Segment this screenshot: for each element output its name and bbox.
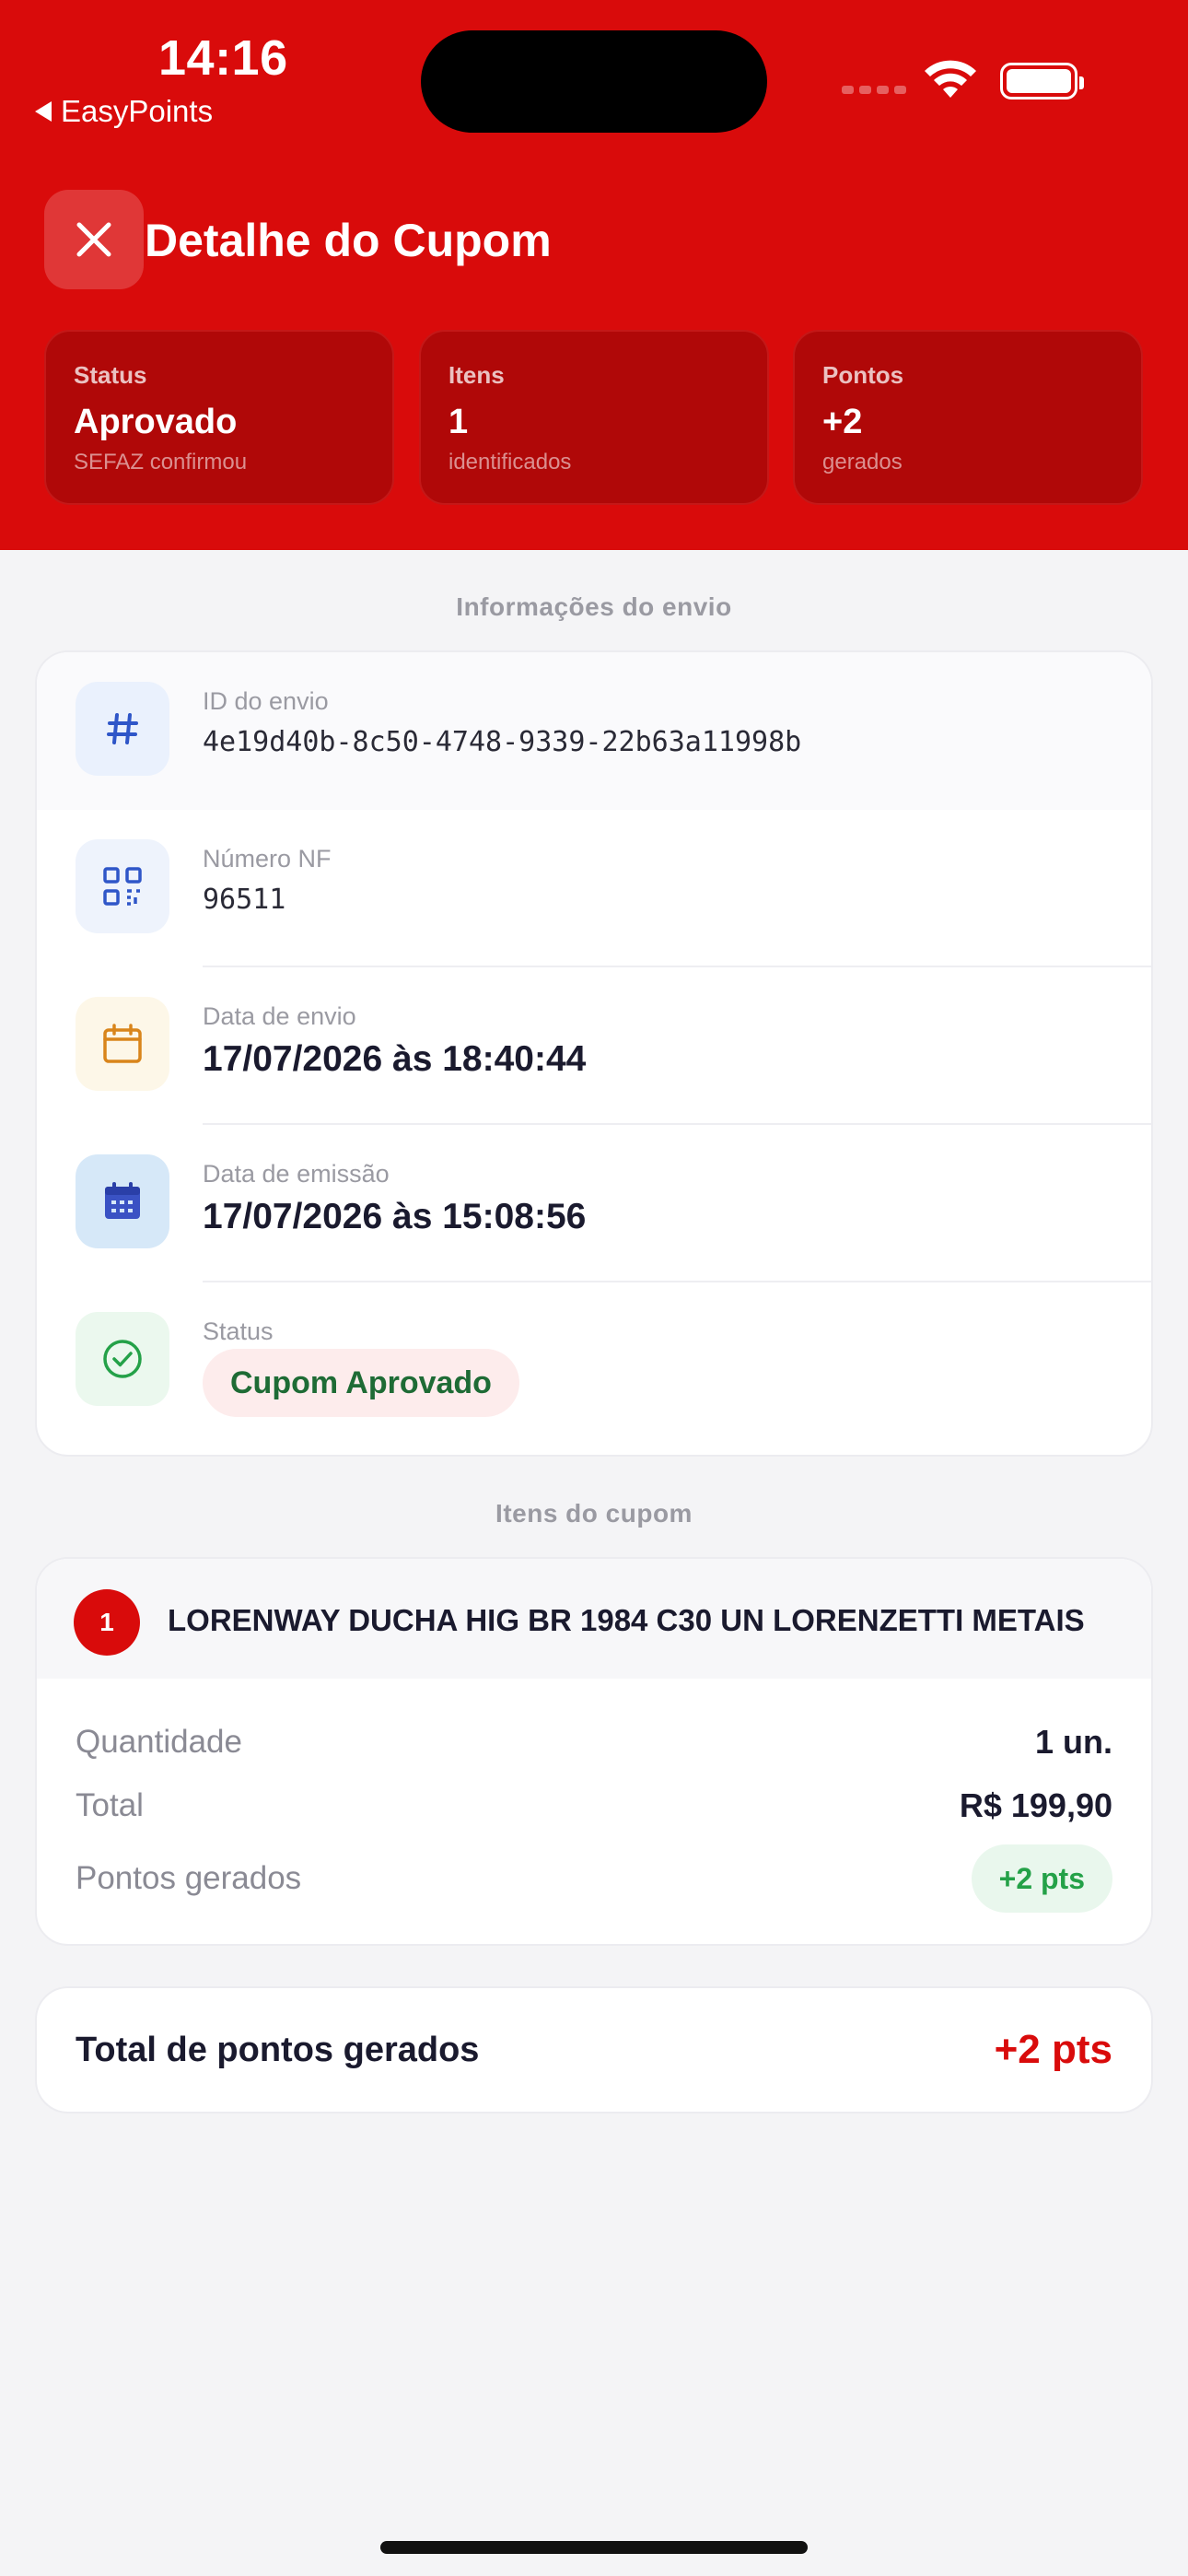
- stat-value: +2: [822, 403, 863, 441]
- check-circle-icon: [76, 1312, 169, 1406]
- total-label: Total: [76, 1787, 144, 1823]
- info-label: ID do envio: [203, 687, 329, 715]
- info-label: Data de emissão: [203, 1160, 390, 1188]
- info-row-id: ID do envio 4e19d40b-8c50-4748-9339-22b6…: [37, 652, 1151, 810]
- sent-date-value: 17/07/2026 às 18:40:44: [203, 1039, 587, 1079]
- item-name: LORENWAY DUCHA HIG BR 1984 C30 UN LORENZ…: [168, 1603, 1085, 1637]
- quantity-label: Quantidade: [76, 1724, 242, 1760]
- points-badge: +2 pts: [971, 1844, 1112, 1913]
- total-value: R$ 199,90: [959, 1786, 1112, 1824]
- cellular-signal-icon: [842, 86, 906, 94]
- section-title-items: Itens do cupom: [495, 1499, 693, 1528]
- stat-card-status: Status Aprovado SEFAZ confirmou: [44, 330, 394, 505]
- close-icon: [76, 222, 111, 257]
- quantity-value: 1 un.: [1034, 1723, 1112, 1761]
- info-label: Status: [203, 1317, 274, 1345]
- status-badge: Cupom Aprovado: [203, 1349, 519, 1417]
- info-label: Data de envio: [203, 1002, 356, 1030]
- submission-id-value: 4e19d40b-8c50-4748-9339-22b63a11998b: [203, 726, 802, 758]
- stat-label: Pontos: [822, 361, 904, 389]
- points-summary-card: Total de pontos gerados +2 pts: [35, 1986, 1153, 2113]
- header: 14:16 EasyPoints Detalhe do Cupom Status…: [0, 0, 1188, 550]
- nf-number-value: 96511: [203, 884, 286, 916]
- info-row-nf: Número NF 96511: [37, 810, 1151, 967]
- points-label: Pontos gerados: [76, 1860, 302, 1896]
- hash-icon: [76, 682, 169, 776]
- info-card: ID do envio 4e19d40b-8c50-4748-9339-22b6…: [35, 650, 1153, 1457]
- stat-subtext: SEFAZ confirmou: [74, 450, 248, 474]
- stat-value: 1: [448, 403, 469, 441]
- info-row-status: Status Cupom Aprovado: [37, 1282, 1151, 1440]
- stat-label: Status: [74, 361, 147, 389]
- stat-card-items: Itens 1 identificados: [419, 330, 769, 505]
- item-points-row: Pontos gerados +2 pts: [76, 1844, 1112, 1913]
- dynamic-island: [421, 30, 767, 133]
- info-row-sent-date: Data de envio 17/07/2026 às 18:40:44: [37, 967, 1151, 1125]
- summary-label: Total de pontos gerados: [76, 2030, 480, 2069]
- calendar-filled-icon: [76, 1154, 169, 1248]
- summary-value: +2 pts: [994, 2027, 1112, 2072]
- page-title: Detalhe do Cupom: [145, 215, 552, 266]
- section-title-info: Informações do envio: [456, 592, 732, 621]
- info-row-issue-date: Data de emissão 17/07/2026 às 15:08:56: [37, 1125, 1151, 1282]
- home-indicator[interactable]: [380, 2541, 808, 2554]
- back-app-label: EasyPoints: [61, 94, 214, 128]
- stat-subtext: identificados: [448, 450, 572, 474]
- wifi-icon: [925, 60, 976, 98]
- info-label: Número NF: [203, 845, 332, 872]
- stat-label: Itens: [448, 361, 505, 389]
- back-to-app-link[interactable]: EasyPoints: [35, 94, 213, 129]
- status-time: 14:16: [158, 30, 288, 86]
- item-quantity-row: Quantidade 1 un.: [76, 1723, 1112, 1762]
- qr-code-icon: [76, 839, 169, 933]
- stat-subtext: gerados: [822, 450, 903, 474]
- item-total-row: Total R$ 199,90: [76, 1786, 1112, 1825]
- item-card: 1 LORENWAY DUCHA HIG BR 1984 C30 UN LORE…: [35, 1557, 1153, 1946]
- back-triangle-icon: [35, 101, 52, 122]
- item-header: 1 LORENWAY DUCHA HIG BR 1984 C30 UN LORE…: [37, 1559, 1151, 1679]
- item-number-badge: 1: [74, 1589, 140, 1656]
- close-button[interactable]: [44, 190, 144, 289]
- battery-icon: [1000, 63, 1084, 100]
- stat-card-points: Pontos +2 gerados: [793, 330, 1143, 505]
- calendar-icon: [76, 997, 169, 1091]
- stat-value: Aprovado: [74, 403, 238, 441]
- issue-date-value: 17/07/2026 às 15:08:56: [203, 1197, 587, 1236]
